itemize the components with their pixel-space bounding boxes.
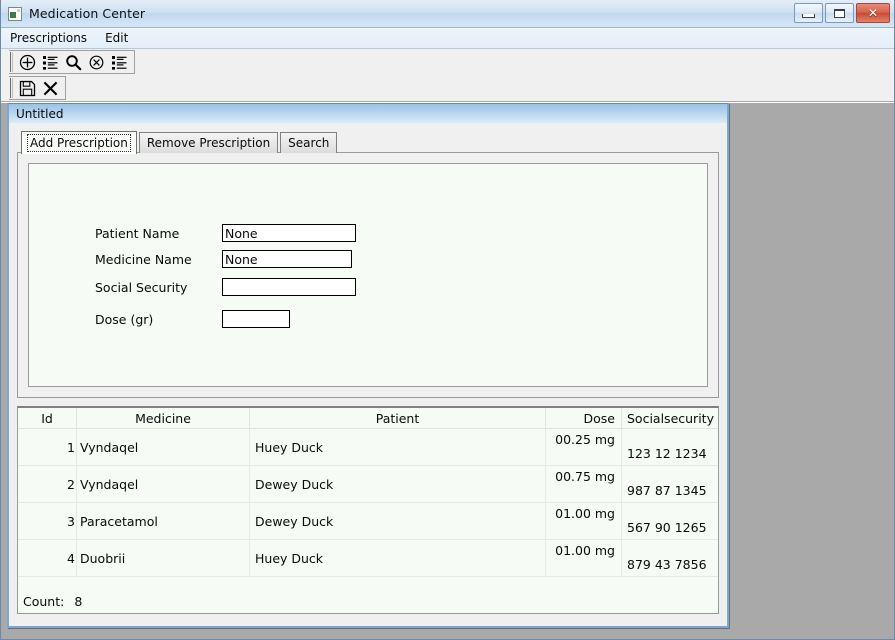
- mdi-child-body: Add Prescription Remove Prescription Sea…: [9, 123, 727, 626]
- table-header: Id Medicine Patient Dose Socialsecurity: [18, 408, 718, 429]
- menu-item-edit[interactable]: Edit: [105, 29, 136, 47]
- minimize-button[interactable]: [794, 3, 823, 23]
- cell-id: 2: [18, 465, 77, 503]
- close-button[interactable]: ✕: [856, 3, 890, 23]
- list-icon: [111, 54, 128, 71]
- tab-search-label: Search: [288, 136, 330, 150]
- prescriptions-toolbar: [1, 49, 894, 75]
- tab-remove-prescription[interactable]: Remove Prescription: [138, 132, 279, 153]
- add-circle-icon: [19, 54, 36, 71]
- tab-remove-prescription-label: Remove Prescription: [146, 136, 271, 150]
- window-controls: ✕: [794, 3, 890, 23]
- column-header-id[interactable]: Id: [18, 408, 77, 429]
- cell-dose: 01.00 mg: [545, 539, 622, 577]
- close-icon: ✕: [867, 6, 879, 20]
- toolbar-area: [1, 49, 894, 102]
- application-window: Medication Center ✕ Prescriptions Edit U…: [0, 0, 895, 640]
- dose-field[interactable]: [222, 310, 290, 328]
- count-value: 8: [74, 594, 83, 609]
- table-header-row: Id Medicine Patient Dose Socialsecurity: [18, 408, 718, 429]
- table-row[interactable]: 4 Duobrii Huey Duck 01.00 mg 879 43 7856: [18, 539, 718, 577]
- cell-socialsecurity: 567 90 1265: [621, 502, 718, 540]
- cell-dose: 00.75 mg: [545, 465, 622, 503]
- cell-medicine: Duobrii: [76, 539, 250, 577]
- mdi-client-area: Untitled Add Prescription Remove Prescri…: [1, 102, 894, 639]
- social-security-field[interactable]: [222, 278, 356, 296]
- mdi-child-title-bar[interactable]: Untitled: [9, 104, 727, 123]
- tab-add-prescription-label: Add Prescription: [27, 134, 131, 152]
- save-icon: [19, 80, 36, 97]
- list-add-toolbar-button[interactable]: [39, 51, 62, 73]
- toolbar-grip[interactable]: [9, 51, 15, 73]
- list-add-icon: [42, 54, 59, 71]
- dose-label: Dose (gr): [95, 311, 154, 327]
- cell-patient: Huey Duck: [249, 428, 546, 466]
- cell-id: 3: [18, 502, 77, 540]
- app-icon: [8, 6, 22, 21]
- minimize-icon: [802, 13, 815, 18]
- column-header-patient[interactable]: Patient: [249, 408, 546, 429]
- tab-panel-add-prescription: Patient Name Medicine Name Social Securi…: [17, 152, 719, 398]
- cell-medicine: Vyndaqel: [76, 465, 250, 503]
- add-prescription-toolbar-button[interactable]: [16, 51, 39, 73]
- form-row-dose: Dose (gr): [95, 310, 290, 328]
- cell-socialsecurity: 123 12 1234: [621, 428, 718, 466]
- count-bar: Count: 8: [18, 594, 82, 609]
- tab-strip: Add Prescription Remove Prescription Sea…: [21, 131, 719, 154]
- count-label: Count:: [23, 594, 65, 609]
- close-x-icon: [42, 80, 59, 97]
- list-toolbar-button[interactable]: [108, 51, 131, 73]
- cell-id: 4: [18, 539, 77, 577]
- menu-bar: Prescriptions Edit: [1, 28, 894, 49]
- prescriptions-table: Id Medicine Patient Dose Socialsecurity …: [18, 408, 718, 577]
- cell-patient: Huey Duck: [249, 539, 546, 577]
- social-security-label: Social Security: [95, 279, 188, 295]
- tab-search[interactable]: Search: [280, 132, 338, 153]
- close-document-toolbar-button[interactable]: [39, 77, 62, 99]
- edit-toolbar: [1, 75, 894, 101]
- cell-medicine: Paracetamol: [76, 502, 250, 540]
- column-header-dose[interactable]: Dose: [545, 408, 622, 429]
- cell-patient: Dewey Duck: [249, 502, 546, 540]
- cell-dose: 01.00 mg: [545, 502, 622, 540]
- column-header-socialsecurity[interactable]: Socialsecurity: [621, 408, 718, 429]
- mdi-child-title: Untitled: [16, 106, 64, 121]
- remove-circle-icon: [88, 54, 105, 71]
- medicine-name-field[interactable]: [222, 250, 352, 268]
- maximize-icon: [834, 8, 845, 18]
- add-prescription-form: Patient Name Medicine Name Social Securi…: [28, 163, 708, 387]
- form-row-medicine-name: Medicine Name: [95, 250, 352, 268]
- medicine-name-label: Medicine Name: [95, 251, 192, 267]
- patient-name-label: Patient Name: [95, 225, 180, 241]
- cell-patient: Dewey Duck: [249, 465, 546, 503]
- search-icon: [65, 54, 82, 71]
- cell-id: 1: [18, 428, 77, 466]
- table-row[interactable]: 1 Vyndaqel Huey Duck 00.25 mg 123 12 1234: [18, 428, 718, 466]
- table-row[interactable]: 3 Paracetamol Dewey Duck 01.00 mg 567 90 126…: [18, 502, 718, 540]
- cell-medicine: Vyndaqel: [76, 428, 250, 466]
- cell-socialsecurity: 987 87 1345: [621, 465, 718, 503]
- title-bar: Medication Center ✕: [1, 0, 894, 28]
- toolbar-grip[interactable]: [9, 77, 15, 99]
- table-row[interactable]: 2 Vyndaqel Dewey Duck 00.75 mg 987 87 1345: [18, 465, 718, 503]
- mdi-child-window: Untitled Add Prescription Remove Prescri…: [7, 103, 729, 628]
- patient-name-field[interactable]: [222, 224, 356, 242]
- tab-add-prescription[interactable]: Add Prescription: [21, 131, 137, 154]
- table-body: 1 Vyndaqel Huey Duck 00.25 mg 123 12 1234 2 Vy…: [18, 428, 718, 577]
- prescriptions-results-panel[interactable]: Id Medicine Patient Dose Socialsecurity …: [17, 406, 719, 614]
- maximize-button[interactable]: [825, 3, 854, 23]
- cell-dose: 00.25 mg: [545, 428, 622, 466]
- remove-prescription-toolbar-button[interactable]: [85, 51, 108, 73]
- mdi-child-bottom-strip: [17, 614, 719, 620]
- save-toolbar-button[interactable]: [16, 77, 39, 99]
- cell-socialsecurity: 879 43 7856: [621, 539, 718, 577]
- menu-item-prescriptions[interactable]: Prescriptions: [10, 29, 95, 47]
- column-header-medicine[interactable]: Medicine: [76, 408, 250, 429]
- search-toolbar-button[interactable]: [62, 51, 85, 73]
- form-row-social-security: Social Security: [95, 278, 356, 296]
- form-row-patient-name: Patient Name: [95, 224, 356, 242]
- window-title: Medication Center: [29, 6, 146, 21]
